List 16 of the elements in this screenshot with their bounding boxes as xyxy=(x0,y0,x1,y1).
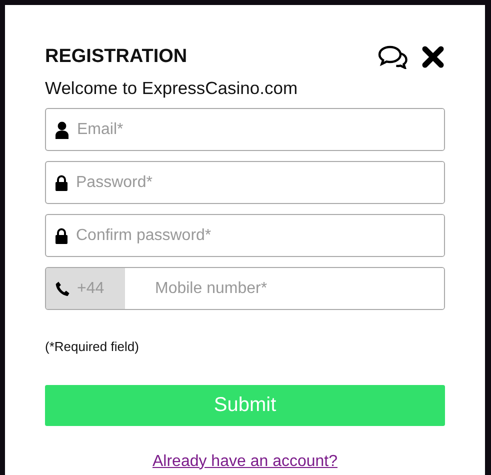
close-icon[interactable] xyxy=(422,46,444,68)
input-field[interactable]: Confirm password* xyxy=(45,214,445,257)
phone-icon xyxy=(55,280,71,296)
input-field[interactable]: Password* xyxy=(45,161,445,204)
chat-icon[interactable] xyxy=(378,45,408,69)
user-icon xyxy=(55,120,69,138)
input-field[interactable]: Email* xyxy=(45,108,445,151)
country-code: +44 xyxy=(77,278,104,298)
submit-button[interactable]: Submit xyxy=(45,384,445,426)
welcome-text: Welcome to ExpressCasino.com xyxy=(45,77,299,99)
lock-icon xyxy=(55,174,68,190)
phone-field[interactable]: +44 Mobile number* xyxy=(45,267,445,310)
login-link[interactable]: Already have an account? xyxy=(152,452,338,470)
required-note: (*Required field) xyxy=(45,338,140,356)
dialog-title: REGISTRATION xyxy=(45,46,188,68)
lock-icon xyxy=(55,228,68,244)
